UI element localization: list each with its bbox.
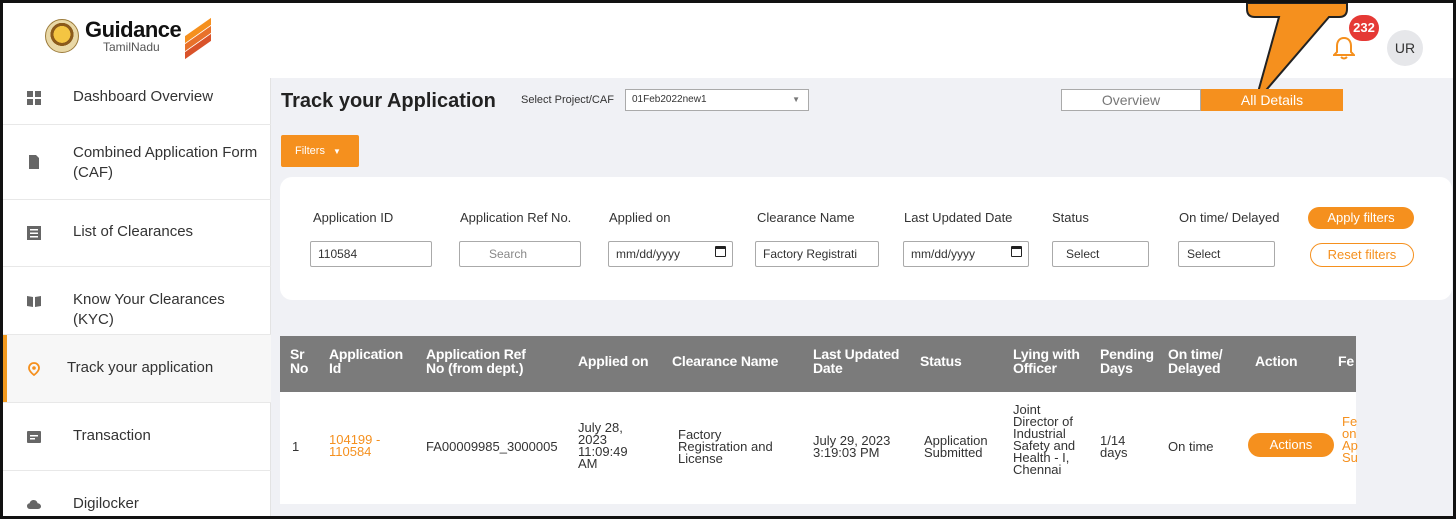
col-status: Status: [920, 353, 962, 369]
cell-sr: 1: [292, 439, 300, 454]
project-select[interactable]: 01Feb2022new1 ▼: [625, 89, 809, 111]
sidebar-item-label: Dashboard Overview: [73, 88, 214, 105]
table-row: 1 104199 -110584 FA00009985_3000005 July…: [280, 392, 1358, 504]
cell-app-ref: FA00009985_3000005: [426, 439, 558, 454]
clearance-name-input[interactable]: Factory Registrati: [755, 241, 879, 267]
col-application-ref: Application Ref No (from dept.): [426, 346, 526, 376]
user-avatar[interactable]: UR: [1387, 30, 1423, 66]
col-on-time: On time/Delayed: [1168, 346, 1223, 376]
page-title: Track your Application: [281, 90, 496, 112]
reset-filters-button[interactable]: Reset filters: [1310, 243, 1414, 267]
sidebar-item-digilocker[interactable]: Digilocker: [3, 471, 271, 516]
emblem-icon: [45, 19, 79, 53]
calendar-icon[interactable]: [715, 246, 726, 257]
actions-button[interactable]: Actions: [1248, 433, 1334, 457]
sidebar-item-track[interactable]: Track your application: [3, 335, 271, 403]
cell-clearance-name: Factory Registration and License: [678, 427, 773, 466]
col-action: Action: [1255, 353, 1298, 369]
col-last-updated: Last Updated Date: [813, 346, 900, 376]
filter-label-status: Status: [1052, 210, 1089, 225]
top-bar: Guidance TamilNadu 232 UR: [3, 3, 1453, 103]
sidebar-item-label: List of Clearances: [73, 223, 194, 240]
document-icon: [29, 155, 39, 169]
filter-label-last-updated: Last Updated Date: [904, 210, 1013, 225]
sidebar-item-label: Combined Application Form (CAF): [73, 144, 258, 181]
application-id-input[interactable]: 110584: [310, 241, 432, 267]
sidebar-item-caf[interactable]: Combined Application Form (CAF): [3, 125, 271, 200]
col-sr-no: Sr No: [290, 346, 309, 376]
project-select-label: Select Project/CAF: [521, 94, 614, 106]
view-toggle: Overview All Details: [1061, 89, 1343, 111]
apply-filters-button[interactable]: Apply filters: [1308, 207, 1414, 229]
book-icon: [27, 296, 41, 307]
filter-label-clearance: Clearance Name: [757, 210, 855, 225]
sidebar: Dashboard Overview Combined Application …: [3, 78, 271, 516]
application-id-link[interactable]: 104199 -110584: [329, 433, 380, 458]
transaction-icon: [27, 431, 41, 443]
cell-on-time: On time: [1168, 439, 1214, 454]
col-clearance-name: Clearance Name: [672, 353, 779, 369]
last-updated-date-input[interactable]: mm/dd/yyyy: [903, 241, 1029, 267]
sidebar-item-transaction[interactable]: Transaction: [3, 403, 271, 471]
sidebar-item-kyc[interactable]: Know Your Clearances (KYC): [3, 267, 271, 335]
filter-label-applied-on: Applied on: [609, 210, 671, 225]
app-frame: Guidance TamilNadu 232 UR Dashboard Over…: [0, 0, 1456, 519]
cell-status: Application Submitted: [924, 433, 988, 460]
sidebar-item-label: Know Your Clearances (KYC): [73, 291, 225, 328]
filter-label-app-ref: Application Ref No.: [460, 210, 572, 225]
cell-applied-on: July 28, 2023 11:09:49 AM: [578, 420, 628, 471]
cell-lying-with: Joint Director of Industrial Safety and Heal…: [1013, 402, 1076, 477]
on-time-select[interactable]: Select: [1178, 241, 1275, 267]
filter-panel: Application ID 110584 Application Ref No…: [280, 177, 1452, 300]
flag-icon: [185, 17, 212, 60]
filter-label-on-time: On time/ Delayed: [1179, 210, 1280, 225]
caret-down-icon: ▼: [333, 147, 341, 156]
col-fee: Fe: [1338, 353, 1354, 369]
project-select-value: 01Feb2022new1: [632, 94, 707, 105]
tab-overview[interactable]: Overview: [1061, 89, 1201, 111]
sidebar-item-clearances[interactable]: List of Clearances: [3, 200, 271, 267]
col-pending-days: Pending Days: [1100, 346, 1154, 376]
grid-icon: [27, 91, 41, 105]
sidebar-item-label: Digilocker: [73, 495, 139, 512]
location-pin-icon: [28, 362, 40, 376]
bell-icon[interactable]: [1333, 36, 1355, 60]
col-lying-with: Lying with Officer: [1013, 346, 1080, 376]
status-select[interactable]: Select: [1052, 241, 1149, 267]
filters-button[interactable]: Filters ▼: [281, 135, 359, 167]
sidebar-item-dashboard[interactable]: Dashboard Overview: [3, 78, 271, 125]
chevron-down-icon: ▼: [792, 95, 800, 104]
cell-last-updated: July 29, 2023 3:19:03 PM: [813, 433, 891, 460]
application-ref-input[interactable]: Search: [459, 241, 581, 267]
filter-label-app-id: Application ID: [313, 210, 394, 225]
col-application-id: Application Id: [329, 346, 404, 376]
cell-pending-days: 1/14 days: [1100, 433, 1128, 460]
sidebar-item-label: Transaction: [73, 427, 151, 444]
cell-fee[interactable]: Fe on Ap Su: [1342, 415, 1358, 464]
brand-name: Guidance: [85, 17, 182, 42]
col-applied-on: Applied on: [578, 353, 649, 369]
notification-badge: 232: [1349, 15, 1379, 41]
table-header: Sr No Application Id Application Ref No (fr…: [280, 336, 1356, 392]
cloud-icon: [27, 500, 41, 509]
brand-logo[interactable]: Guidance TamilNadu: [45, 17, 212, 60]
calendar-icon[interactable]: [1011, 246, 1022, 257]
brand-sub: TamilNadu: [103, 40, 160, 54]
sidebar-item-label: Track your application: [67, 359, 214, 376]
main-content: Track your Application Select Project/CA…: [271, 78, 1453, 516]
tab-all-details[interactable]: All Details: [1201, 89, 1343, 111]
applied-on-date-input[interactable]: mm/dd/yyyy: [608, 241, 733, 267]
list-icon: [27, 226, 41, 240]
